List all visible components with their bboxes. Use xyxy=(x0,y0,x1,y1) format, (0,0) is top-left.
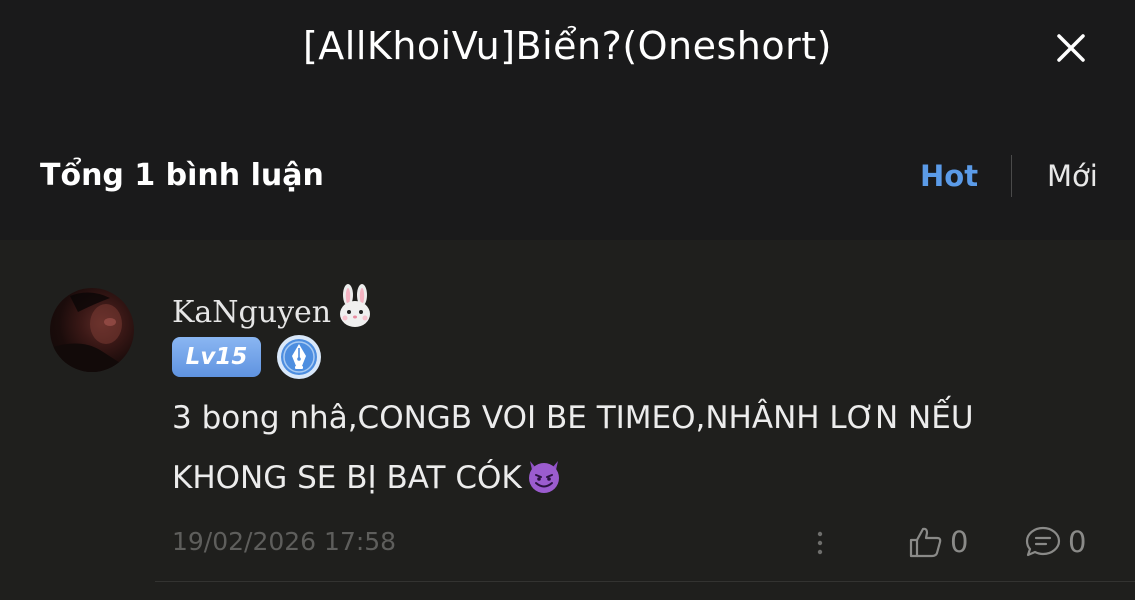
comment-text-line-1: 3 bong nhâ,CONGB VOI BE TIMEO,NHÂNH LƠN … xyxy=(172,400,974,436)
like-button[interactable]: 0 xyxy=(908,524,968,560)
reply-count: 0 xyxy=(1068,525,1087,559)
page-title: [AllKhoiVu]Biển?(Oneshort) xyxy=(302,24,832,68)
comment-body: 3 bong nhâ,CONGB VOI BE TIMEO,NHÂNH LƠN … xyxy=(172,388,1072,515)
comments-toolbar: Tổng 1 bình luận Hot Mới xyxy=(0,110,1135,240)
thumbs-up-icon xyxy=(909,527,942,558)
comment-username[interactable]: KaNguyen xyxy=(172,284,375,336)
close-button[interactable] xyxy=(1053,30,1089,66)
avatar-image xyxy=(50,292,134,372)
like-count: 0 xyxy=(950,525,969,559)
smiling-devil-emoji-icon xyxy=(524,455,564,515)
username-text: KaNguyen xyxy=(172,295,332,330)
avatar[interactable] xyxy=(50,288,134,372)
level-badge: Lv15 xyxy=(172,337,261,377)
modal-header: [AllKhoiVu]Biển?(Oneshort) xyxy=(0,0,1135,110)
reply-button[interactable]: 0 xyxy=(1024,524,1086,560)
comment-count-label: Tổng 1 bình luận xyxy=(40,158,324,193)
comment-timestamp: 19/02/2026 17:58 xyxy=(172,527,397,556)
close-icon xyxy=(1057,34,1085,62)
more-options-button[interactable] xyxy=(810,527,830,559)
comment-bubble-icon xyxy=(1025,526,1061,557)
comment-list: KaNguyen Lv15 3 bong nhâ,CONGB VOI BE TI… xyxy=(0,240,1135,600)
sort-new-tab[interactable]: Mới xyxy=(1047,159,1098,193)
sort-divider xyxy=(1011,155,1012,197)
more-vertical-icon xyxy=(817,531,823,555)
pen-nib-badge-icon xyxy=(276,334,322,380)
comment-text-line-2: KHONG SE BỊ BAT CÓK xyxy=(172,448,1072,515)
comment-text-line-2-text: KHONG SE BỊ BAT CÓK xyxy=(172,460,522,496)
comment-divider xyxy=(155,581,1135,582)
sort-hot-tab[interactable]: Hot xyxy=(920,159,978,193)
rabbit-emoji-icon xyxy=(335,284,375,336)
